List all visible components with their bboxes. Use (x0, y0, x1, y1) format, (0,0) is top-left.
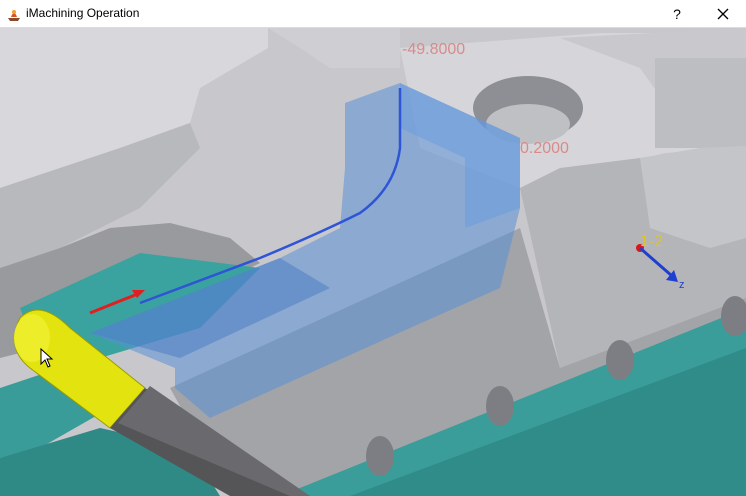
window-title: iMachining Operation (26, 6, 140, 20)
help-button[interactable]: ? (654, 0, 700, 28)
title-bar: iMachining Operation ? (0, 0, 746, 28)
imachining-app-icon (8, 10, 20, 21)
3d-viewport[interactable]: 1-2 z -49.8000 0.2000 (0, 28, 746, 496)
dimension-label-depth: -49.8000 (402, 41, 465, 58)
cad-scene: 1-2 z -49.8000 0.2000 (0, 28, 746, 496)
hole-1 (366, 436, 394, 476)
hole-2 (486, 386, 514, 426)
close-icon (717, 8, 729, 20)
dimension-label-offset: 0.2000 (520, 140, 569, 157)
close-button[interactable] (700, 0, 746, 28)
axis-z-letter: z (679, 279, 685, 291)
axis-label: 1-2 (640, 233, 663, 250)
hole-3 (606, 340, 634, 380)
part-right-block (655, 58, 746, 148)
mouse-cursor-icon (40, 348, 54, 368)
